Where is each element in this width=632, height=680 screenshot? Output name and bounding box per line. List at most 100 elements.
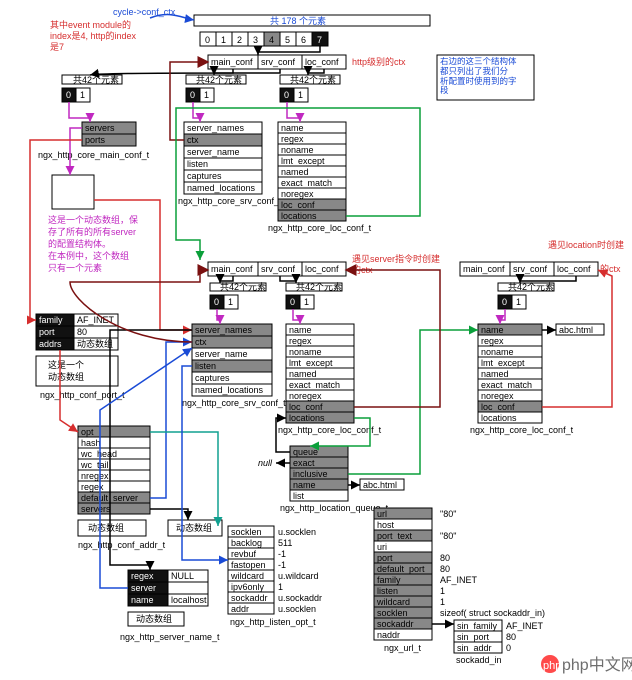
svg-text:AF_INET: AF_INET: [77, 315, 115, 325]
svg-text:exact: exact: [293, 458, 315, 468]
svg-text:-1: -1: [278, 549, 286, 559]
svg-text:lmt_except: lmt_except: [481, 358, 525, 368]
svg-text:family: family: [377, 575, 401, 585]
svg-text:servers: servers: [85, 123, 115, 133]
svg-text:sockadd_in: sockadd_in: [456, 655, 502, 665]
svg-text:addrs: addrs: [39, 339, 62, 349]
svg-text:server_name: server_name: [195, 349, 248, 359]
svg-text:loc_conf: loc_conf: [557, 264, 591, 274]
svg-text:1: 1: [221, 35, 226, 45]
svg-text:"80": "80": [440, 531, 456, 541]
svg-text:fastopen: fastopen: [231, 560, 266, 570]
queue-block: queue exact inclusive name list null abc…: [258, 446, 404, 513]
port-block: family AF_INET port 80 addrs 动态数组 这是一个 动…: [36, 314, 125, 400]
svg-text:sin_port: sin_port: [457, 632, 490, 642]
magenta-box: [52, 175, 94, 209]
svg-text:noname: noname: [481, 347, 514, 357]
svg-text:abc.html: abc.html: [559, 325, 593, 335]
svg-text:ipv6only: ipv6only: [231, 582, 265, 592]
svg-text:80: 80: [440, 564, 450, 574]
svg-text:named: named: [481, 369, 509, 379]
svg-text:localhost: localhost: [171, 595, 207, 605]
svg-text:main_conf: main_conf: [211, 57, 253, 67]
svg-text:1: 1: [298, 90, 303, 100]
svg-text:loc_conf: loc_conf: [481, 402, 515, 412]
svg-text:wildcard: wildcard: [376, 597, 410, 607]
svg-text:共42个元素: 共42个元素: [196, 74, 242, 85]
svg-text:7: 7: [317, 35, 322, 45]
group-42-left: 共42个元素 0 1: [62, 74, 122, 102]
svg-text:sin_addr: sin_addr: [457, 643, 492, 653]
watermark: php php中文网: [541, 655, 632, 674]
svg-text:srv_conf: srv_conf: [261, 57, 296, 67]
svg-text:在本例中，这个数组: 在本例中，这个数组: [48, 250, 129, 261]
svg-text:srv_conf: srv_conf: [513, 264, 548, 274]
svg-text:ports: ports: [85, 135, 106, 145]
svg-text:socklen: socklen: [377, 608, 408, 618]
svg-text:wc_head: wc_head: [80, 449, 117, 459]
svg-text:main_conf: main_conf: [463, 264, 505, 274]
svg-text:-1: -1: [278, 560, 286, 570]
svg-text:listen: listen: [377, 586, 398, 596]
svg-text:name: name: [131, 595, 154, 605]
svg-text:u.wildcard: u.wildcard: [278, 571, 319, 581]
svg-text:revbuf: revbuf: [231, 549, 257, 559]
svg-text:captures: captures: [187, 171, 222, 181]
svg-text:naddr: naddr: [377, 630, 400, 640]
svg-text:name: name: [293, 480, 316, 490]
svg-text:sin_family: sin_family: [457, 621, 498, 631]
svg-text:nregex: nregex: [81, 471, 109, 481]
svg-text:ngx_http_core_main_conf_t: ngx_http_core_main_conf_t: [38, 150, 150, 160]
svg-text:ctx: ctx: [195, 337, 207, 347]
svg-text:queue: queue: [293, 447, 318, 457]
svg-text:locations: locations: [281, 211, 317, 221]
svg-text:backlog: backlog: [231, 538, 262, 548]
group-42-right: 共42个元素 0 1: [280, 74, 340, 102]
svg-text:这是一个: 这是一个: [48, 359, 84, 370]
svg-text:regex: regex: [131, 571, 154, 581]
svg-text:0: 0: [290, 297, 295, 307]
svg-text:listen: listen: [195, 361, 216, 371]
svg-text:noname: noname: [281, 145, 314, 155]
svg-text:name: name: [481, 325, 504, 335]
ctx-row-server: main_conf srv_conf loc_conf 遇见server指令时创…: [208, 253, 440, 276]
svg-text:server_names: server_names: [195, 325, 253, 335]
svg-text:共42个元素: 共42个元素: [73, 74, 119, 85]
svg-text:0: 0: [66, 90, 71, 100]
group-42-mid: 共42个元素 0 1: [186, 74, 246, 102]
svg-text:动态数组: 动态数组: [88, 522, 124, 533]
svg-text:80: 80: [506, 632, 516, 642]
svg-text:ngx_http_location_queue_t: ngx_http_location_queue_t: [280, 503, 389, 513]
svg-text:动态数组: 动态数组: [77, 338, 113, 349]
svg-text:http级别的ctx: http级别的ctx: [352, 56, 406, 67]
svg-text:family: family: [39, 315, 63, 325]
svg-text:name: name: [289, 325, 312, 335]
svg-text:动态数组: 动态数组: [48, 371, 84, 382]
svg-text:host: host: [377, 520, 395, 530]
svg-text:2: 2: [237, 35, 242, 45]
svg-text:exact_match: exact_match: [289, 380, 340, 390]
svg-text:servers: servers: [81, 504, 111, 514]
srv-conf-block: server_names ctx server_name listen capt…: [178, 122, 282, 206]
svg-text:1: 1: [228, 297, 233, 307]
svg-text:default_port: default_port: [377, 564, 425, 574]
svg-text:locations: locations: [289, 413, 325, 423]
svg-text:0: 0: [502, 297, 507, 307]
svg-text:null: null: [258, 458, 273, 468]
svg-text:ctx: ctx: [187, 135, 199, 145]
svg-text:opt: opt: [81, 427, 94, 437]
svg-text:noregex: noregex: [281, 189, 314, 199]
listenopt-block: socklen backlog revbuf fastopen wildcard…: [228, 526, 322, 627]
svg-text:u.sockaddr: u.sockaddr: [278, 593, 322, 603]
svg-text:0: 0: [205, 35, 210, 45]
svg-text:这是一个动态数组，保: 这是一个动态数组，保: [48, 214, 138, 225]
diagram-canvas: cycle->conf_ctx 其中event module的 index是4,…: [0, 0, 632, 680]
svg-text:u.socklen: u.socklen: [278, 604, 316, 614]
svg-text:u.socklen: u.socklen: [278, 527, 316, 537]
svg-text:AF_INET: AF_INET: [506, 621, 544, 631]
svg-text:1: 1: [80, 90, 85, 100]
svg-text:srv_conf: srv_conf: [261, 264, 296, 274]
cycle-conf-label: cycle->conf_ctx: [113, 7, 176, 17]
svg-text:4: 4: [269, 35, 274, 45]
svg-text:wc_tail: wc_tail: [80, 460, 109, 470]
